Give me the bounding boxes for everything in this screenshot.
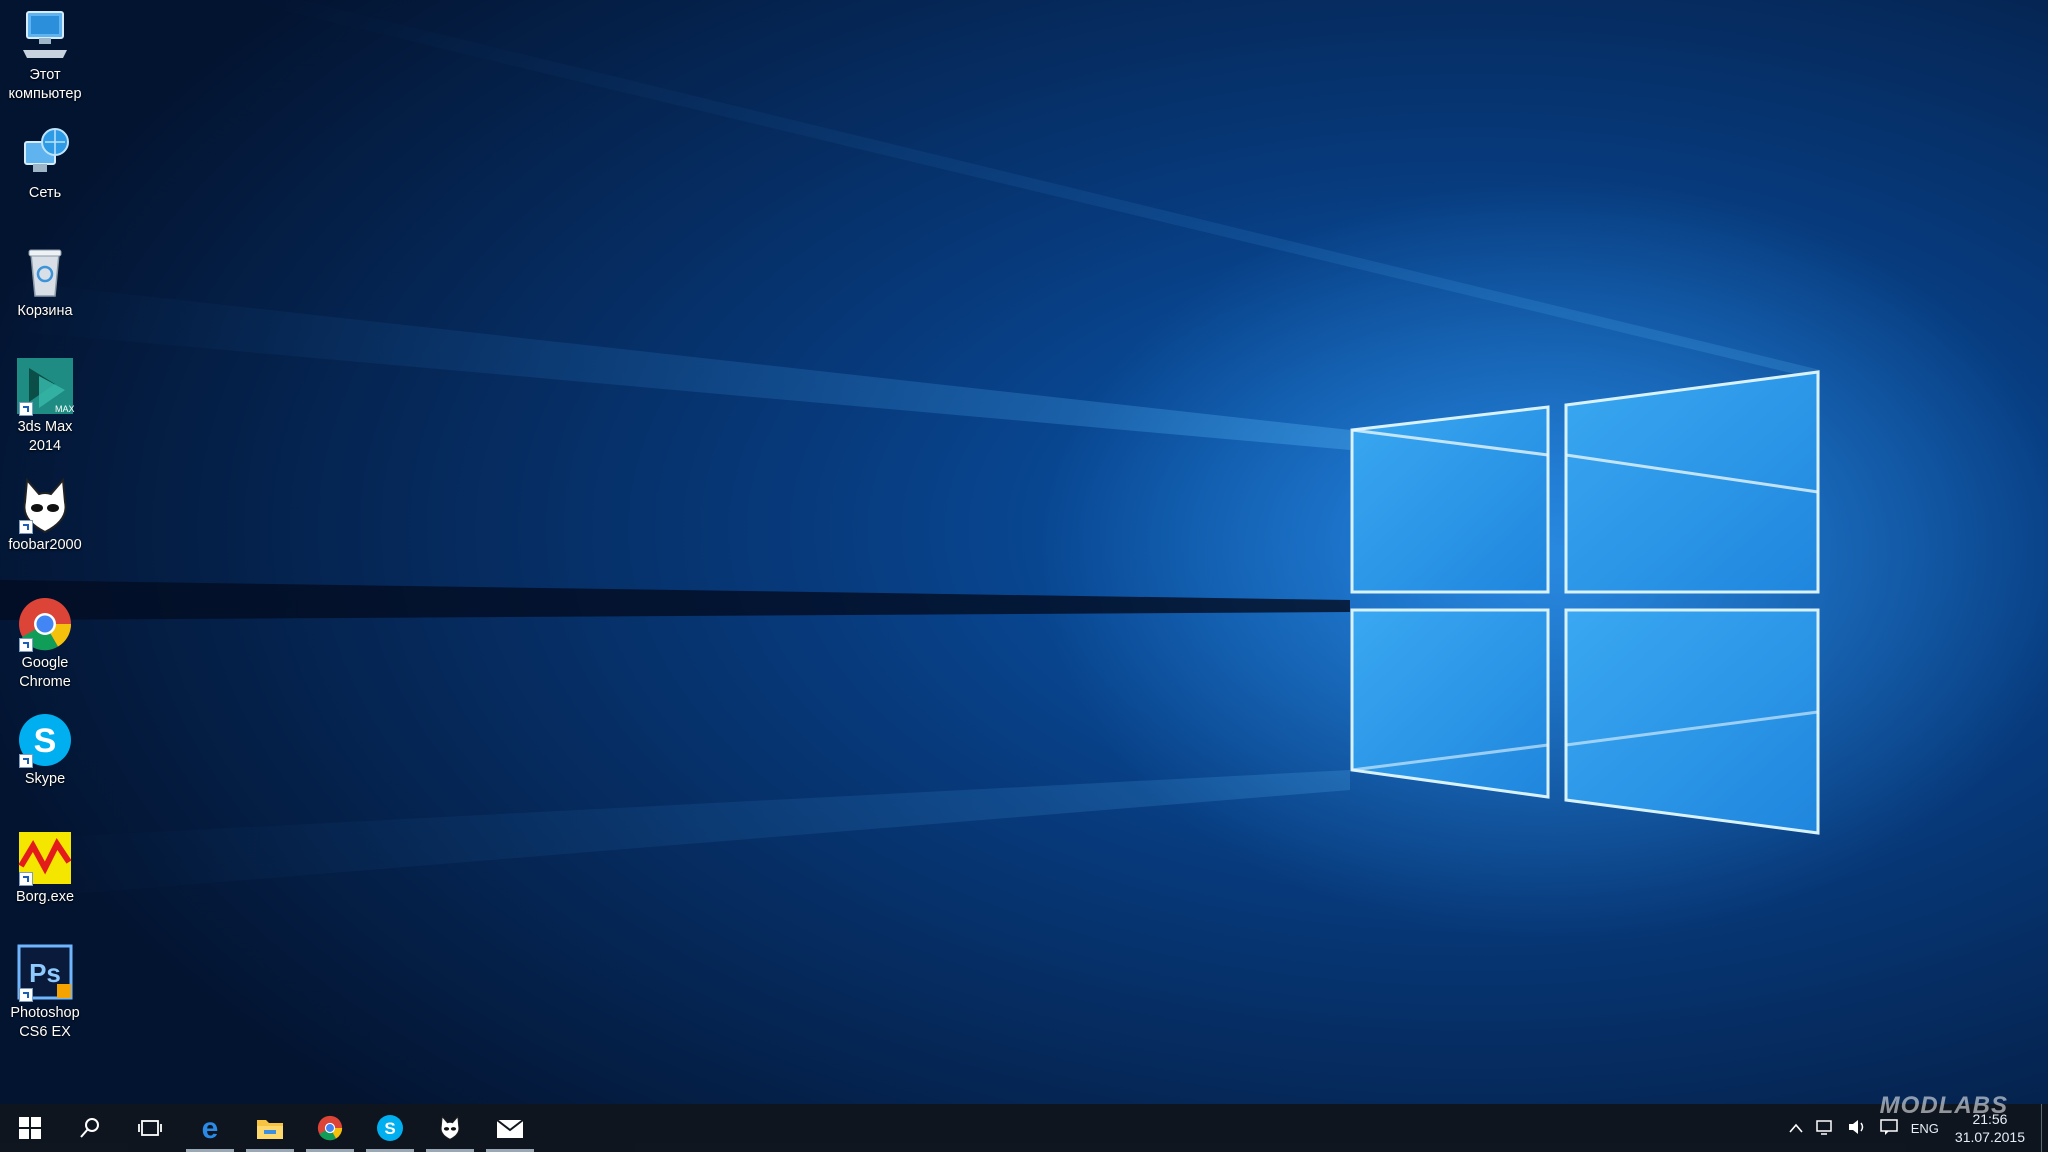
desktop-icon-foobar2000[interactable]: foobar2000: [2, 476, 88, 555]
borg-icon: [15, 828, 75, 888]
desktop-icon-recycle-bin[interactable]: Корзина: [2, 242, 88, 321]
shortcut-arrow-icon: [19, 402, 33, 416]
desktop-icon-label: 3ds Max 2014: [17, 419, 73, 454]
foobar2000-icon: [15, 476, 75, 536]
notifications-icon: [1879, 1118, 1899, 1139]
foobar2000-icon: [440, 1115, 460, 1140]
windows-start-icon: [19, 1117, 41, 1139]
volume-icon: [1847, 1118, 1867, 1139]
mail-icon: [496, 1119, 524, 1138]
shortcut-arrow-icon: [19, 872, 33, 886]
task-view-button[interactable]: [120, 1104, 180, 1152]
desktop-icon-label: Сеть: [28, 185, 62, 201]
computer-icon: [15, 6, 75, 66]
3ds-max-icon: MAX: [15, 358, 75, 418]
clock-date: 31.07.2015: [1954, 1129, 2025, 1145]
desktop-icon-this-pc[interactable]: Этот компьютер: [2, 6, 88, 104]
input-language-button[interactable]: ENG: [1905, 1104, 1945, 1152]
photoshop-glyph: Ps: [29, 958, 61, 988]
file-explorer-icon: [257, 1120, 283, 1139]
edge-icon: e: [202, 1114, 219, 1142]
desktop-icon-label: Google Chrome: [19, 655, 71, 690]
desktop-icon-label: Skype: [24, 771, 66, 787]
chevron-up-icon: [1789, 1121, 1803, 1136]
desktop-wallpaper: [0, 0, 2048, 1104]
desktop-icon-borg[interactable]: Borg.exe: [2, 828, 88, 907]
volume-tray-button[interactable]: [1841, 1104, 1873, 1152]
taskbar: e S ENG 21:56 31.07.2015 MODLABS: [0, 1092, 2048, 1152]
taskbar-app-foobar2000[interactable]: [420, 1104, 480, 1152]
desktop-icon-label: Этот компьютер: [8, 67, 82, 102]
start-button[interactable]: [0, 1104, 60, 1152]
chrome-icon: [317, 1115, 343, 1141]
desktop-icon-label: Корзина: [17, 303, 73, 319]
network-icon: [15, 124, 75, 184]
desktop-icon-label: foobar2000: [8, 537, 82, 553]
3ds-max-badge: MAX: [55, 404, 75, 414]
shortcut-arrow-icon: [19, 638, 33, 652]
skype-icon: S: [377, 1115, 403, 1141]
shortcut-arrow-icon: [19, 520, 33, 534]
action-center-button[interactable]: [1873, 1104, 1905, 1152]
clock-time: 21:56: [1972, 1111, 2008, 1127]
search-button[interactable]: [60, 1104, 120, 1152]
task-view-icon: [138, 1120, 162, 1136]
clock-button[interactable]: 21:56 31.07.2015: [1945, 1104, 2037, 1152]
desktop-icon-google-chrome[interactable]: Google Chrome: [2, 594, 88, 692]
shortcut-arrow-icon: [19, 754, 33, 768]
taskbar-app-edge[interactable]: e: [180, 1104, 240, 1152]
photoshop-icon: Ps: [15, 944, 75, 1004]
system-tray: ENG 21:56 31.07.2015 MODLABS: [1783, 1092, 2048, 1152]
network-tray-button[interactable]: [1809, 1104, 1841, 1152]
skype-glyph: S: [34, 722, 57, 760]
desktop-icon-network[interactable]: Сеть: [2, 124, 88, 203]
desktop-icon-label: Photoshop CS6 EX: [10, 1005, 80, 1040]
taskbar-app-file-explorer[interactable]: [240, 1104, 300, 1152]
chrome-icon: [15, 594, 75, 654]
taskbar-app-skype[interactable]: S: [360, 1104, 420, 1152]
show-desktop-button[interactable]: [2041, 1104, 2048, 1152]
recycle-bin-icon: [15, 242, 75, 302]
taskbar-app-mail[interactable]: [480, 1104, 540, 1152]
desktop-icon-3ds-max[interactable]: MAX 3ds Max 2014: [2, 358, 88, 456]
network-status-icon: [1815, 1118, 1835, 1139]
taskbar-app-chrome[interactable]: [300, 1104, 360, 1152]
search-icon: [80, 1118, 99, 1138]
desktop-icon-label: Borg.exe: [15, 889, 75, 905]
svg-text:S: S: [384, 1119, 395, 1138]
language-indicator: ENG: [1910, 1120, 1939, 1136]
shortcut-arrow-icon: [19, 988, 33, 1002]
svg-text:e: e: [202, 1114, 219, 1142]
show-hidden-icons-button[interactable]: [1783, 1104, 1809, 1152]
desktop-icon-skype[interactable]: S Skype: [2, 710, 88, 789]
skype-icon: S: [15, 710, 75, 770]
desktop-icon-photoshop[interactable]: Ps Photoshop CS6 EX: [2, 944, 88, 1042]
